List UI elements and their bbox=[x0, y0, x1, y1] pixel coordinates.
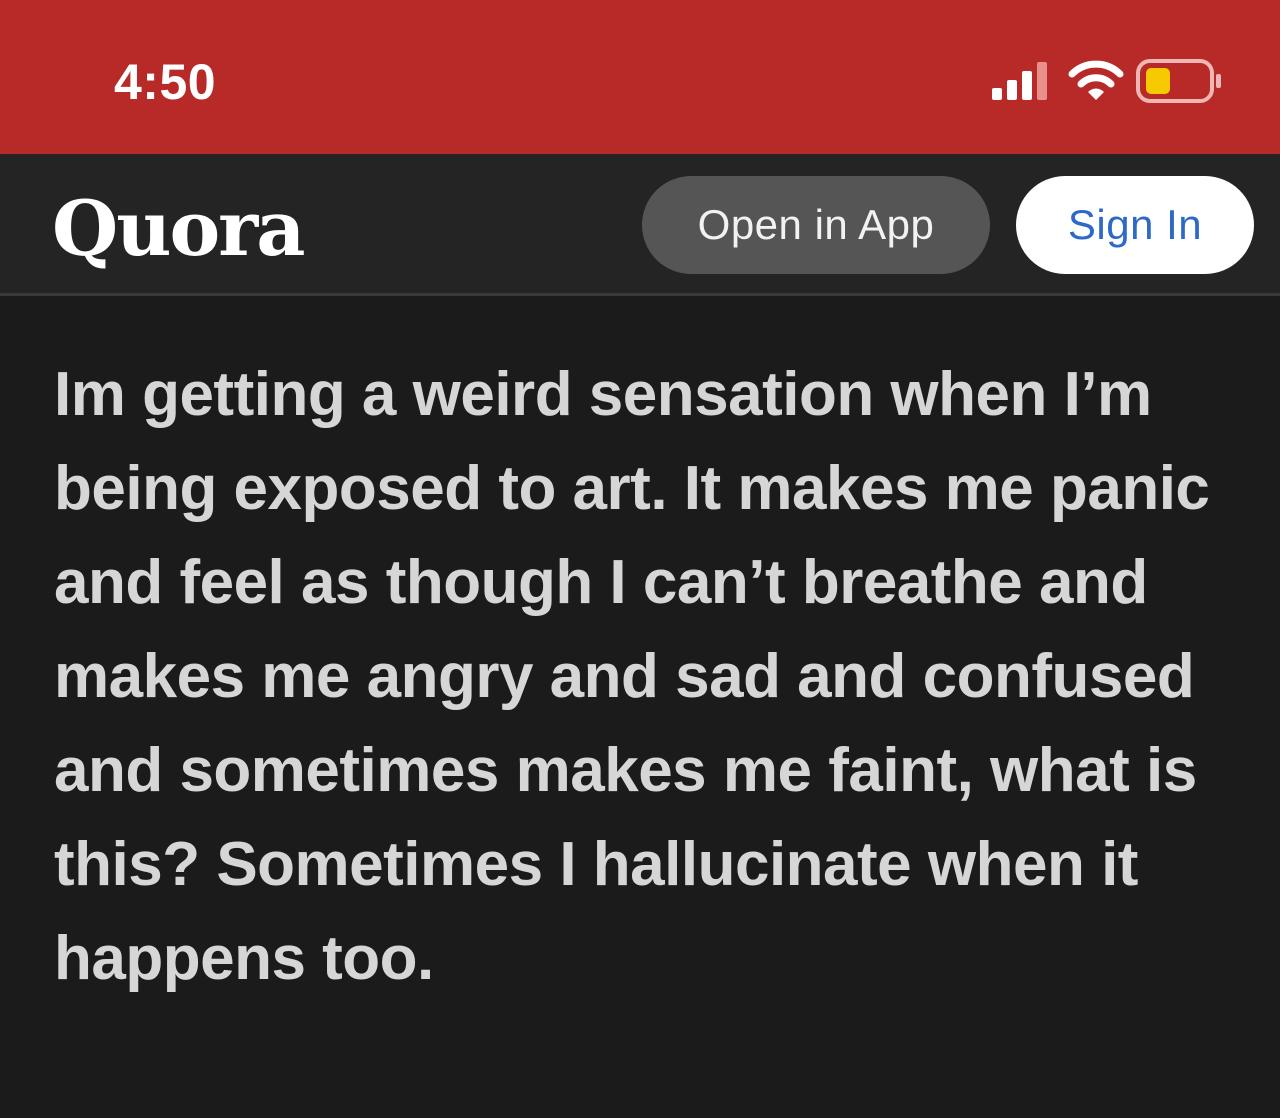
sign-in-button[interactable]: Sign In bbox=[1016, 176, 1254, 274]
question-content: Im getting a weird sensation when I’m be… bbox=[0, 296, 1280, 1118]
app-header: Quora Open in App Sign In bbox=[0, 154, 1280, 296]
battery-icon bbox=[1136, 59, 1221, 103]
question-title: Im getting a weird sensation when I’m be… bbox=[54, 360, 1210, 993]
wifi-icon bbox=[1068, 60, 1124, 100]
open-in-app-button[interactable]: Open in App bbox=[642, 176, 990, 274]
status-bar: 4:50 bbox=[0, 0, 1280, 154]
signal-icon bbox=[992, 62, 1047, 100]
status-time: 4:50 bbox=[114, 54, 217, 110]
quora-logo[interactable]: Quora bbox=[52, 184, 305, 274]
